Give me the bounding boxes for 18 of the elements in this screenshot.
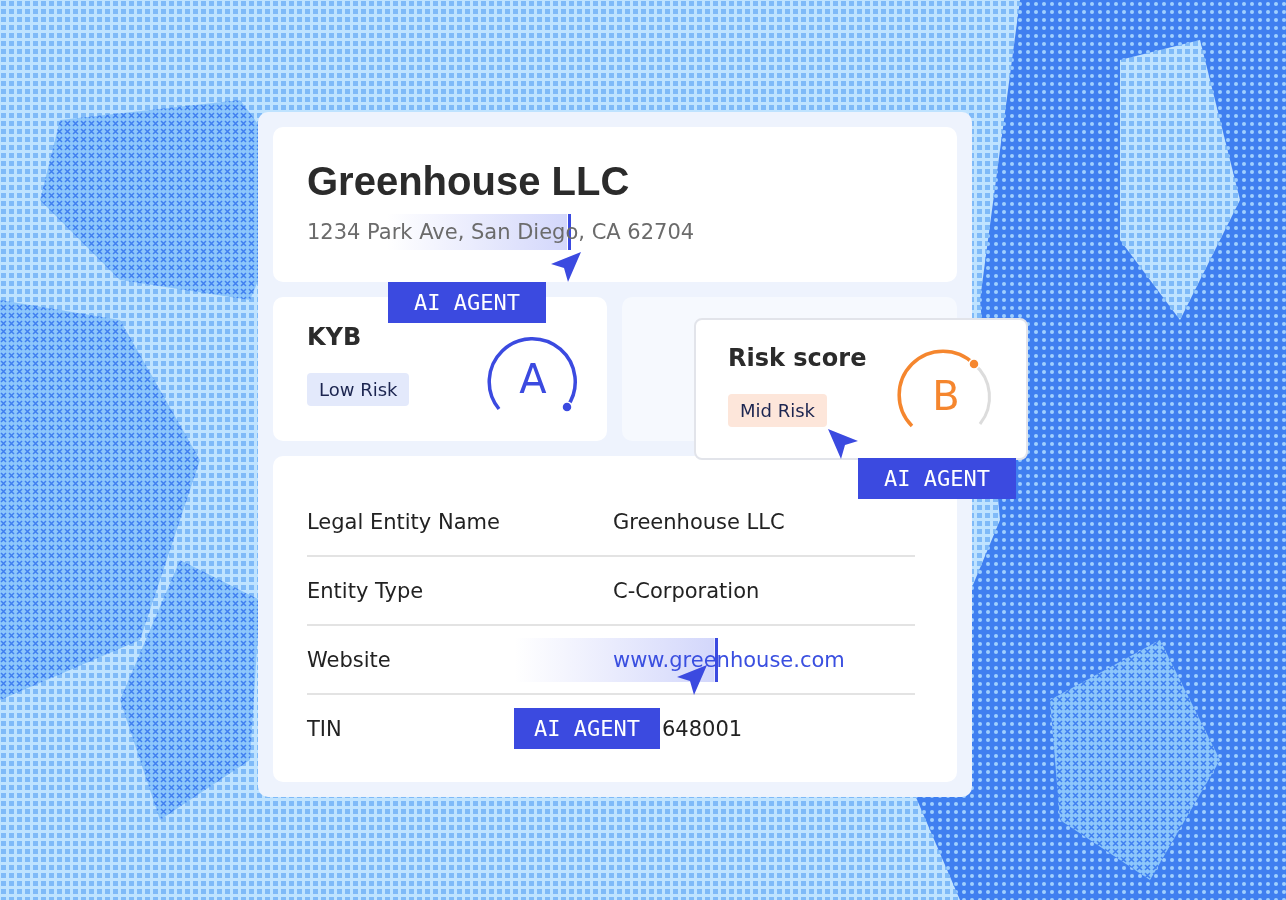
cursor-icon [827, 428, 859, 460]
agent-tag: AI AGENT [388, 282, 546, 323]
field-label: TIN [307, 716, 342, 741]
risk-badge: Mid Risk [728, 394, 827, 427]
risk-badge: Low Risk [307, 373, 410, 406]
field-value: Greenhouse LLC [613, 509, 785, 534]
agent-tag: AI AGENT [514, 708, 660, 749]
agent-tag: AI AGENT [858, 458, 1016, 499]
company-name: Greenhouse LLC [307, 159, 631, 204]
card-title: Risk score [728, 344, 868, 372]
field-label: Legal Entity Name [307, 509, 500, 534]
field-label: Entity Type [307, 578, 424, 603]
card-title: KYB [307, 323, 363, 351]
grade-gauge: A [483, 329, 583, 429]
field-value: C-Corporation [613, 578, 760, 603]
field-label: Website [307, 647, 391, 672]
grade-gauge: B [896, 346, 996, 446]
field-value: 648001 [661, 716, 743, 741]
